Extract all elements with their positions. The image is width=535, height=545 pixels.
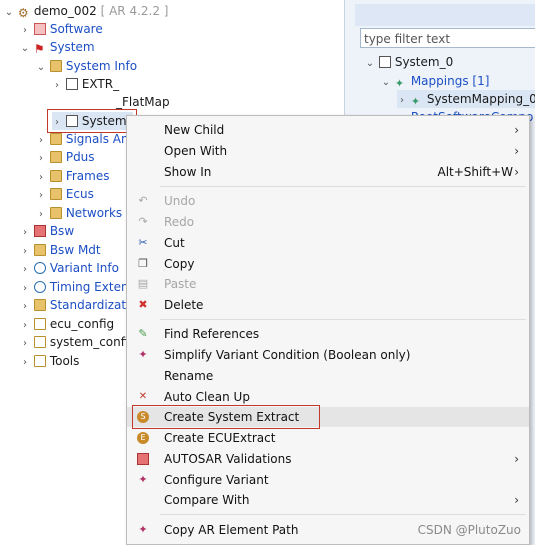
menu-paste[interactable]: ▤ Paste [127,274,529,294]
menu-find-references[interactable]: ✎ Find References [127,324,529,344]
redo-icon: ↷ [138,215,148,228]
folder-icon [49,60,62,72]
submenu-arrow-icon: › [514,493,519,507]
tree-item-system[interactable]: ⌄ ⚑ System [20,38,95,56]
menu-auto-clean-up[interactable]: ✕ Auto Clean Up [127,387,529,407]
menu-create-ecuextract[interactable]: E Create ECUExtract [127,428,529,448]
outline-item-system0[interactable]: ⌄ System_0 [365,53,453,71]
watermark: CSDN @PlutoZuo [417,523,521,537]
clock-icon [33,281,46,293]
folder-icon [49,151,62,163]
tree-item-system-info[interactable]: ⌄ System Info [36,57,137,75]
variant-icon [33,262,46,274]
menu-compare-with[interactable]: Compare With › [127,490,529,510]
menu-configure-variant[interactable]: ✦ Configure Variant [127,470,529,490]
outline-item-system-mapping[interactable]: › ✦ SystemMapping_0 [397,90,535,108]
folder-open-icon [33,318,46,330]
tree-item-tools[interactable]: › Tools [20,352,79,370]
tree-item-networks[interactable]: › Networks [36,204,122,222]
outline-toolbar [355,4,535,26]
tree-item-signals[interactable]: › Signals An [36,130,129,148]
scissors-icon: ✂ [138,236,148,249]
expand-icon[interactable]: › [20,298,30,316]
expand-icon[interactable]: › [36,150,46,168]
project-icon: ⚙ [17,6,29,20]
submenu-arrow-icon: › [514,165,519,179]
tree-item-extr[interactable]: › EXTR_ [52,75,119,93]
configure-variant-icon: ✦ [138,473,148,486]
undo-icon: ↶ [138,194,148,207]
software-icon [33,23,46,35]
tree-item-bsw-mdt[interactable]: › Bsw Mdt [20,241,101,259]
tree-item-ecus[interactable]: › Ecus [36,185,94,203]
folder-icon [33,244,46,256]
submenu-arrow-icon: › [514,123,519,137]
menu-separator [160,514,526,515]
tree-item-standardization[interactable]: › Standardizati [20,296,129,314]
tree-item-software[interactable]: › Software [20,20,103,38]
menu-new-child[interactable]: New Child › [127,120,529,140]
system-element-icon [378,56,391,68]
filter-input[interactable]: type filter text [360,28,535,48]
expand-icon[interactable]: › [20,261,30,279]
system-icon: ⚑ [33,42,45,56]
menu-undo[interactable]: ↶ Undo [127,191,529,211]
validation-icon [137,453,149,465]
menu-rename[interactable]: Rename [127,366,529,386]
menu-separator [160,186,526,187]
tree-item-variant-info[interactable]: › Variant Info [20,259,119,277]
folder-icon [49,188,62,200]
expand-icon[interactable]: › [397,92,407,108]
folder-open-icon [33,336,46,348]
tree-item-ecu-config[interactable]: › ecu_config [20,315,114,333]
delete-icon: ✖ [138,298,148,311]
menu-separator [160,319,526,320]
tree-item-system-config[interactable]: › system_confi [20,333,128,351]
folder-icon [49,207,62,219]
tree-item-bsw[interactable]: › Bsw [20,222,74,240]
menu-copy[interactable]: ❐ Copy [127,254,529,274]
expand-icon[interactable]: › [20,335,30,353]
expand-icon[interactable]: › [20,354,30,372]
element-icon [65,78,78,90]
collapse-icon[interactable]: ⌄ [365,55,375,73]
menu-simplify-variant[interactable]: ✦ Simplify Variant Condition (Boolean on… [127,345,529,365]
tree-root[interactable]: ⌄ ⚙ demo_002 [ AR 4.2.2 ] [4,2,169,22]
menu-autosar-validations[interactable]: AUTOSAR Validations › [127,449,529,469]
context-menu: New Child › Open With › Show In Alt+Shif… [126,115,530,545]
clean-up-icon: ✕ [138,391,148,402]
menu-redo[interactable]: ↷ Redo [127,212,529,232]
collapse-icon[interactable]: ⌄ [20,40,30,58]
paste-icon: ▤ [137,277,149,290]
expand-icon[interactable]: › [52,77,62,95]
menu-delete[interactable]: ✖ Delete [127,295,529,315]
menu-open-with[interactable]: Open With › [127,141,529,161]
tree-item-pdus[interactable]: › Pdus [36,148,95,166]
folder-icon [49,170,62,182]
tree-item-frames[interactable]: › Frames [36,167,109,185]
folder-open-icon [33,355,46,367]
variant-condition-icon: ✦ [138,348,148,361]
collapse-icon[interactable]: ⌄ [4,4,14,22]
collapse-icon[interactable]: ⌄ [36,59,46,77]
find-references-icon: ✎ [138,327,148,340]
expand-icon[interactable]: › [20,224,30,242]
bsw-icon [33,225,46,237]
tree-item-timing[interactable]: › Timing Exten [20,278,129,296]
outline-item-mappings[interactable]: ⌄ ✦ Mappings [1] [381,72,490,92]
folder-icon [33,299,46,311]
submenu-arrow-icon: › [514,452,519,466]
collapse-icon[interactable]: ⌄ [381,74,391,92]
mapping-icon: ✦ [394,77,405,90]
submenu-arrow-icon: › [514,144,519,158]
menu-show-in[interactable]: Show In Alt+Shift+W › [127,162,529,182]
create-ecuextract-icon: E [137,432,149,444]
expand-icon[interactable]: › [36,187,46,205]
folder-icon [49,133,62,145]
copy-icon: ❐ [138,257,148,270]
create-system-extract-highlight-box [132,405,320,429]
menu-cut[interactable]: ✂ Cut [127,233,529,253]
copy-path-icon: ✦ [138,523,148,536]
mapping-icon: ✦ [410,95,421,108]
